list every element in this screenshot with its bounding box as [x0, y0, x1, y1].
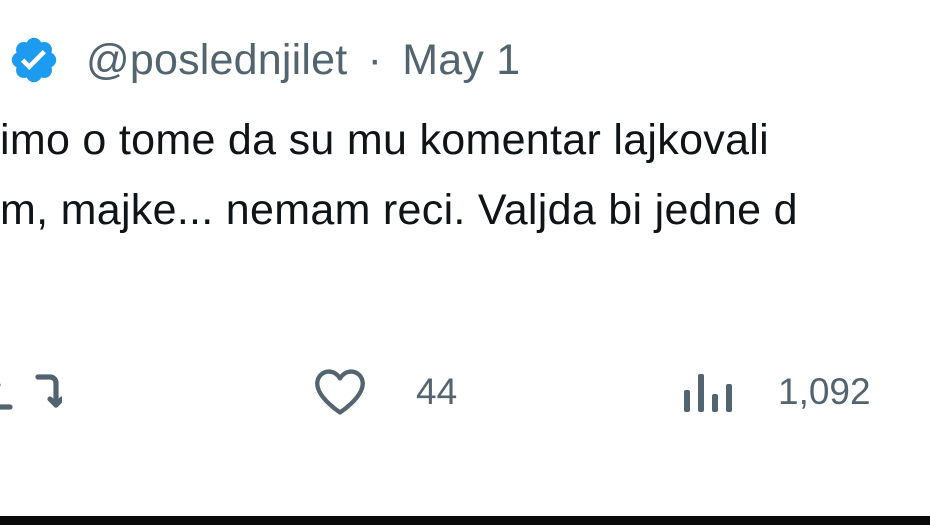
meta-separator: · — [367, 35, 383, 84]
views-icon — [684, 374, 732, 412]
author-handle[interactable]: @poslednjilet — [86, 36, 347, 84]
heart-icon — [315, 369, 365, 415]
tweet-text-line-2: m, majke... nemam reci. Valjda bi jedne … — [0, 186, 798, 234]
tweet-card: @poslednjilet · May 1 imo o tome da su m… — [0, 0, 930, 516]
like-count: 44 — [416, 371, 458, 412]
author-handle-meta[interactable]: @poslednjilet · May 1 — [86, 36, 520, 85]
tweet-header: @poslednjilet · May 1 — [8, 30, 520, 90]
tweet-text-line-1: imo o tome da su mu komentar lajkovali — [0, 116, 770, 164]
retweet-button[interactable] — [0, 362, 62, 422]
views-count: 1,092 — [778, 371, 871, 412]
like-button[interactable]: 44 — [312, 362, 457, 422]
retweet-icon — [0, 374, 62, 410]
tweet-date[interactable]: May 1 — [402, 36, 520, 84]
verified-badge-icon — [11, 37, 57, 83]
views-button[interactable]: 1,092 — [682, 362, 871, 422]
bottom-divider — [0, 516, 930, 525]
